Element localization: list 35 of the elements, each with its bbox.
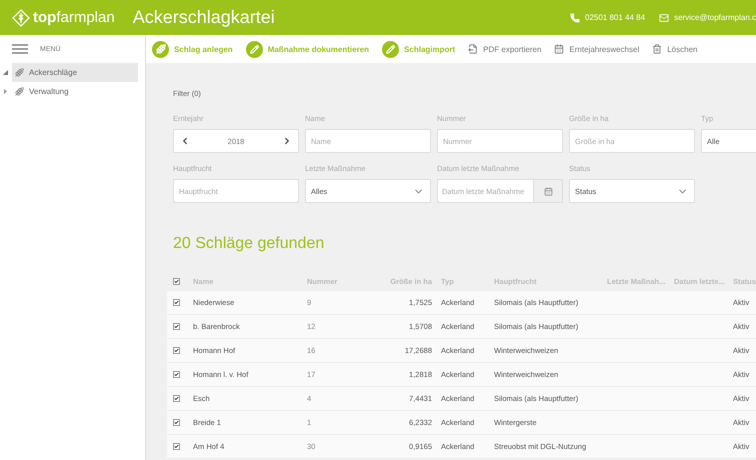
calendar-icon — [554, 44, 564, 54]
checkbox[interactable] — [173, 443, 180, 450]
checkbox[interactable] — [173, 323, 180, 330]
phone-icon — [570, 12, 580, 22]
mail-icon — [659, 12, 670, 22]
phone-number: 02501 801 44 84 — [585, 13, 646, 22]
calendar-icon — [544, 186, 552, 196]
wheat-icon — [15, 87, 24, 96]
next-icon[interactable] — [282, 136, 292, 146]
export-icon — [468, 44, 478, 54]
sidebar-item[interactable]: Verwaltung — [12, 82, 138, 101]
logo-icon — [12, 8, 30, 26]
calendar-button[interactable] — [533, 179, 563, 203]
expanded-icon[interactable] — [3, 70, 8, 75]
trash-icon — [652, 44, 662, 54]
toolbar-button[interactable]: Erntejahreswechsel — [554, 44, 640, 54]
pencil-icon — [250, 44, 259, 54]
checkbox[interactable] — [173, 278, 180, 284]
logo-text: topfarmplan — [33, 9, 115, 26]
sidebar-item[interactable]: Ackerschläge — [12, 63, 138, 82]
result-heading: 20 Schläge gefunden — [173, 235, 326, 253]
wheat-icon — [156, 44, 166, 54]
toolbar-button[interactable]: Löschen — [652, 44, 698, 54]
checkbox[interactable] — [173, 299, 180, 306]
menu-icon[interactable] — [12, 44, 28, 54]
checkbox[interactable] — [173, 395, 180, 402]
pencil-icon — [386, 44, 396, 54]
checkbox[interactable] — [173, 371, 180, 378]
toolbar-button[interactable]: PDF exportieren — [468, 44, 542, 54]
page-title: Ackerschlagkartei — [132, 7, 275, 28]
previous-icon[interactable] — [180, 136, 190, 146]
collapsed-icon[interactable] — [3, 89, 8, 94]
wheat-icon — [15, 68, 24, 77]
checkbox[interactable] — [173, 419, 180, 426]
checkbox[interactable] — [173, 347, 180, 354]
